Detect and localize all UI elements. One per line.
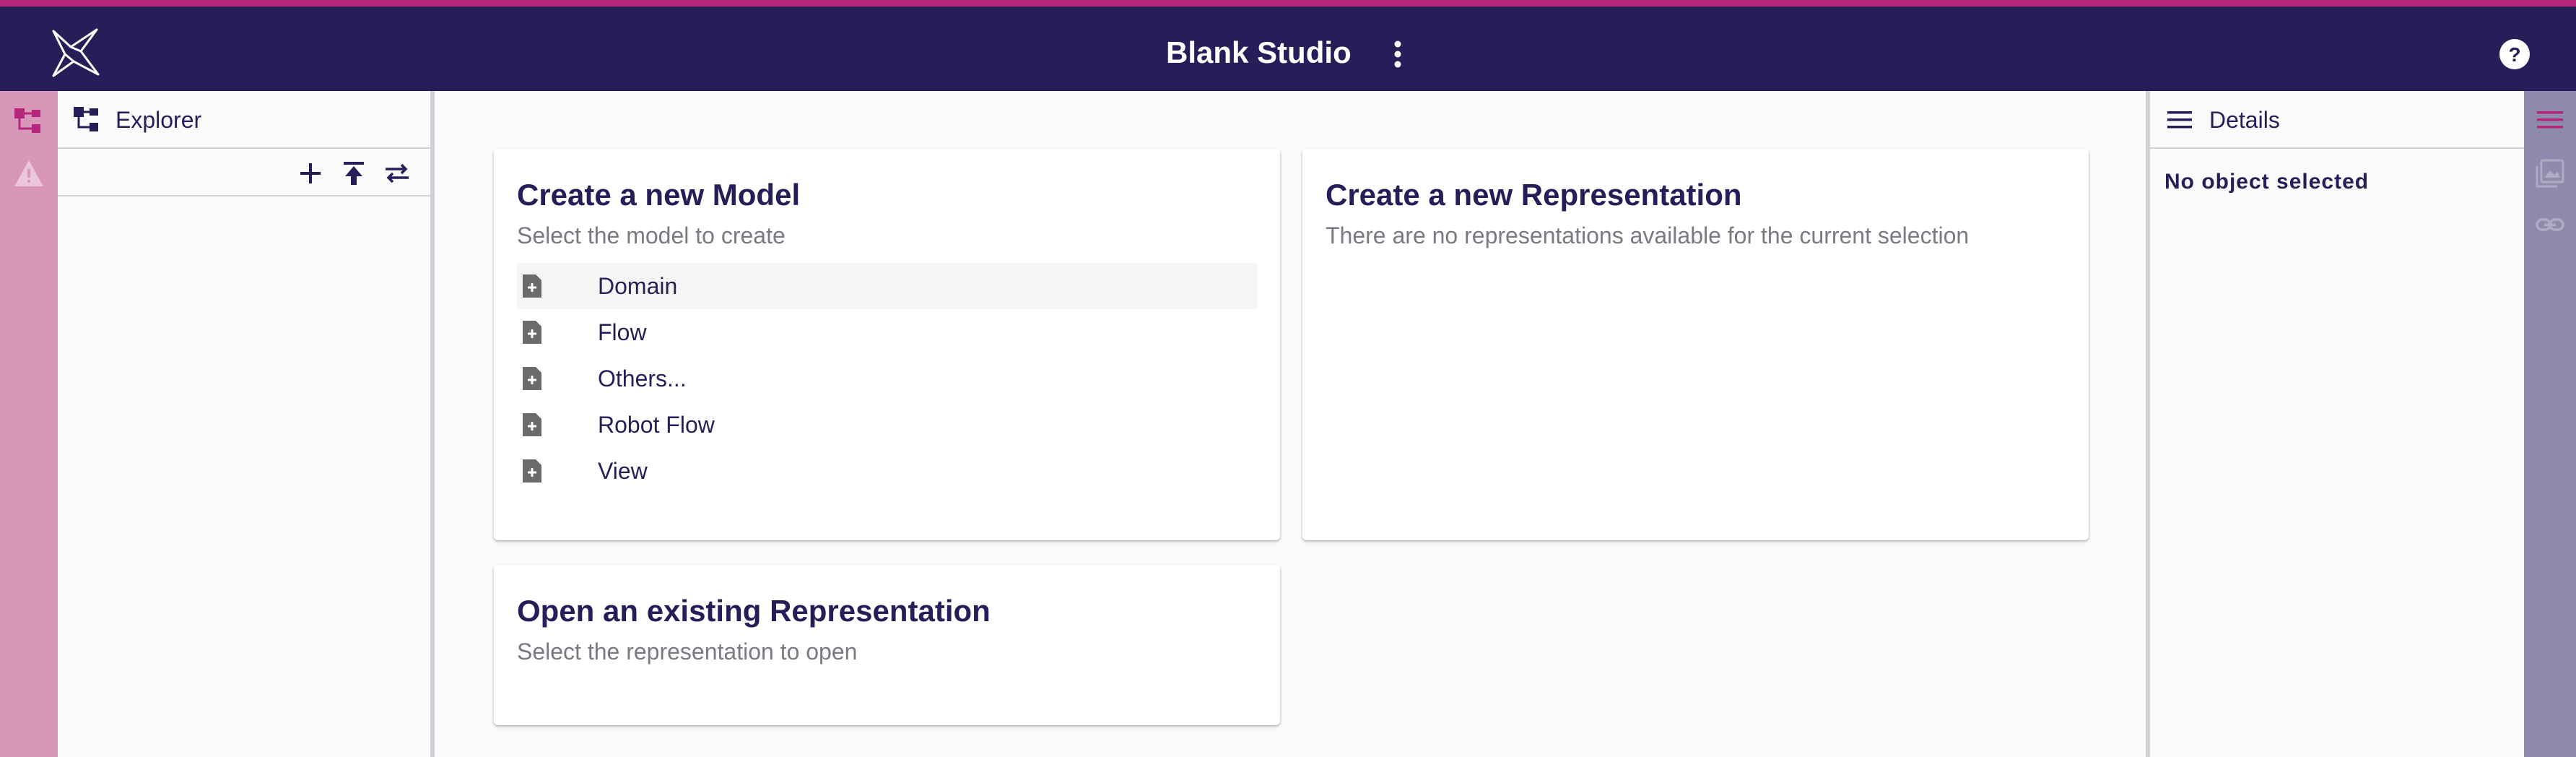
model-item-label: Others... [598, 365, 687, 392]
model-item-others[interactable]: Others... [517, 355, 1257, 402]
right-activity-bar [2524, 91, 2576, 757]
new-file-icon [523, 459, 541, 483]
model-list: Domain Flow Others... Robot Flow View [517, 263, 1257, 494]
details-menu-icon[interactable] [2534, 104, 2566, 136]
model-item-view[interactable]: View [517, 448, 1257, 494]
explorer-panel: Explorer [58, 91, 430, 757]
details-empty-message: No object selected [2164, 170, 2370, 194]
new-file-icon [523, 321, 541, 344]
help-circle-icon[interactable]: ? [2499, 38, 2531, 70]
new-file-icon [523, 274, 541, 298]
details-title: Details [2209, 107, 2280, 133]
main-area: Create a new Model Select the model to c… [435, 91, 2146, 757]
explorer-header: Explorer [58, 91, 430, 149]
image-gallery-icon[interactable] [2534, 157, 2566, 189]
card-title: Create a new Representation [1326, 178, 1742, 212]
card-title: Create a new Model [517, 178, 801, 212]
explorer-title: Explorer [116, 107, 202, 133]
synchronize-icon[interactable] [381, 157, 413, 189]
accent-bar [0, 0, 2576, 7]
sirius-star-logo[interactable] [49, 27, 101, 79]
create-representation-card: Create a new Representation There are no… [1302, 149, 2089, 540]
add-icon[interactable] [295, 157, 326, 189]
details-header: Details [2150, 91, 2524, 149]
details-menu-icon [2167, 111, 2192, 129]
model-item-flow[interactable]: Flow [517, 309, 1257, 355]
card-subtitle: Select the model to create [517, 222, 786, 248]
details-panel: Details No object selected [2150, 91, 2524, 757]
explorer-toolbar [58, 149, 430, 196]
explorer-tree-icon [74, 107, 98, 131]
card-title: Open an existing Representation [517, 594, 991, 628]
model-item-label: Domain [598, 273, 678, 299]
svg-text:?: ? [2508, 43, 2520, 66]
app-header: Blank Studio ? [0, 7, 2576, 91]
explorer-tree-icon[interactable] [13, 105, 45, 137]
warning-icon[interactable] [13, 157, 45, 189]
model-item-domain[interactable]: Domain [517, 263, 1257, 309]
card-subtitle: There are no representations available f… [1326, 222, 1970, 248]
card-subtitle: Select the representation to open [517, 639, 858, 665]
model-item-label: Robot Flow [598, 412, 715, 438]
app-title: Blank Studio [1166, 35, 1352, 69]
more-vert-icon[interactable] [1385, 38, 1411, 70]
model-item-label: View [598, 458, 648, 484]
left-activity-bar [0, 91, 58, 757]
new-file-icon [523, 413, 541, 436]
explorer-tools [58, 149, 430, 287]
model-item-robot-flow[interactable]: Robot Flow [517, 402, 1257, 448]
link-icon[interactable] [2534, 209, 2566, 241]
create-model-card: Create a new Model Select the model to c… [494, 149, 1280, 540]
open-representation-card: Open an existing Representation Select t… [494, 565, 1280, 725]
model-item-label: Flow [598, 319, 647, 345]
new-file-icon [523, 367, 541, 390]
upload-icon[interactable] [338, 157, 370, 189]
